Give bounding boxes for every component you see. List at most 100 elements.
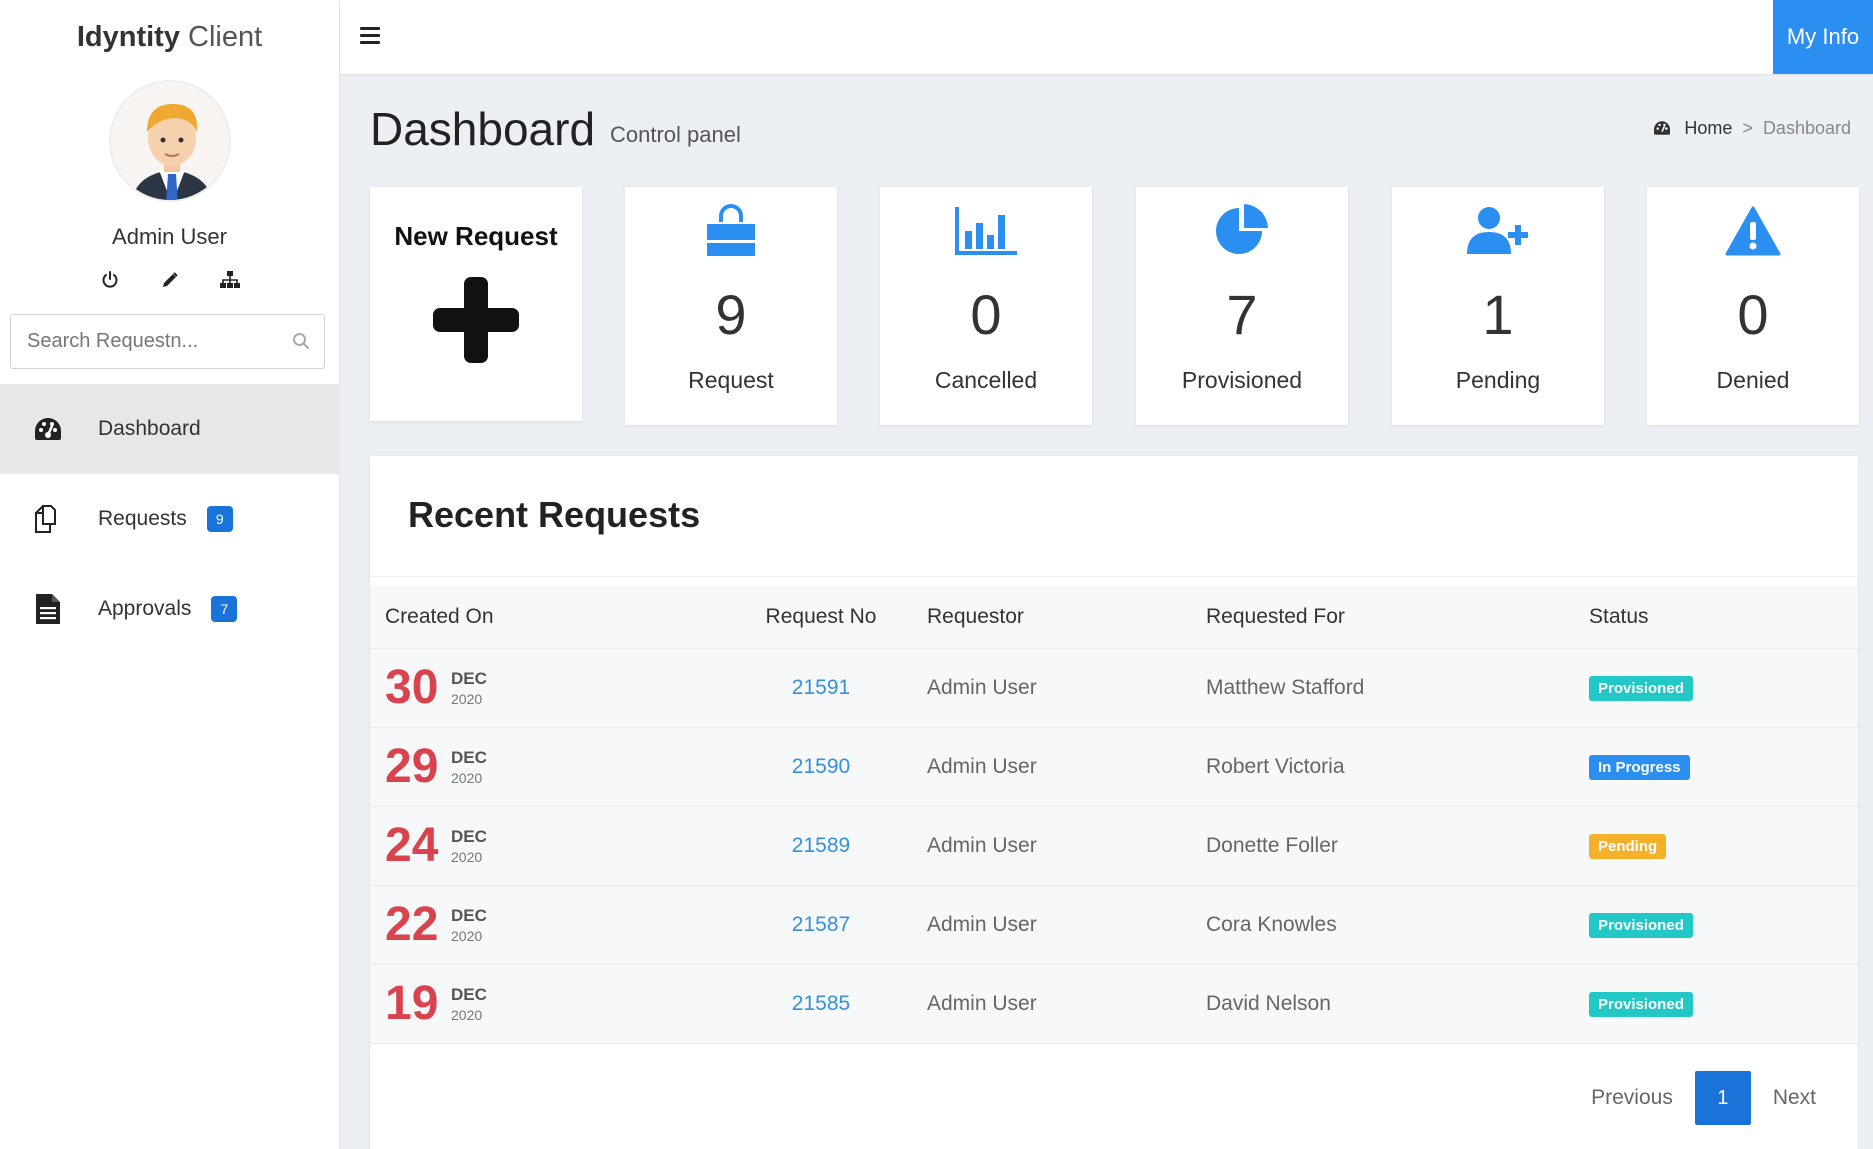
stat-card-denied[interactable]: 0 Denied	[1647, 187, 1859, 425]
pie-chart-icon	[1136, 201, 1348, 261]
plus-icon	[433, 277, 519, 363]
hamburger-menu-icon[interactable]	[360, 27, 380, 45]
search-input[interactable]	[11, 315, 281, 368]
pagination: Previous 1 Next	[1569, 1071, 1838, 1125]
sitemap-icon[interactable]	[219, 270, 240, 290]
requested-for-cell: Matthew Stafford	[1206, 648, 1589, 728]
dashboard-gauge-icon	[1652, 120, 1672, 138]
page-title: Dashboard	[370, 103, 596, 155]
date-month: DEC	[451, 984, 487, 1004]
new-request-card[interactable]: New Request	[370, 187, 582, 421]
created-on-date: 24 DEC 2020	[385, 818, 715, 873]
sidebar-item-label: Dashboard	[98, 417, 201, 440]
stat-value: 7	[1226, 283, 1258, 346]
stat-value: 1	[1482, 283, 1514, 346]
breadcrumb-current: Dashboard	[1762, 118, 1851, 138]
created-on-date: 30 DEC 2020	[385, 660, 715, 715]
request-no-link[interactable]: 21585	[792, 992, 850, 1015]
sidebar-item-approvals[interactable]: Approvals 7	[0, 564, 340, 654]
sidebar-item-dashboard[interactable]: Dashboard	[0, 384, 340, 474]
pencil-icon[interactable]	[160, 270, 180, 290]
stat-label: Cancelled	[934, 367, 1038, 393]
sidebar: Idyntity Client Admin User Search Reques…	[0, 0, 340, 1149]
table-row[interactable]: 24 DEC 2020 21589 Admin User Donette Folle…	[370, 806, 1858, 886]
dashboard-gauge-icon	[32, 413, 64, 445]
document-icon	[32, 593, 64, 625]
date-month: DEC	[451, 747, 487, 767]
table-header-row: Created On Request No Requestor Requeste…	[370, 586, 1858, 649]
requested-for-cell: Cora Knowles	[1206, 885, 1589, 965]
stat-card-pending[interactable]: 1 Pending	[1392, 187, 1604, 425]
topbar: My Info	[340, 0, 1873, 74]
date-day: 30	[385, 661, 439, 714]
table-row[interactable]: 22 DEC 2020 21587 Admin User Cora Knowles …	[370, 885, 1858, 965]
requestor-cell: Admin User	[927, 648, 1206, 728]
status-badge: In Progress	[1589, 754, 1690, 780]
stat-card-cancelled[interactable]: 0 Cancelled	[880, 187, 1092, 425]
status-badge: Pending	[1589, 833, 1667, 859]
copy-icon	[32, 503, 64, 535]
search-box	[10, 314, 325, 369]
shopping-bag-icon	[625, 201, 837, 261]
created-on-date: 29 DEC 2020	[385, 739, 715, 794]
brand-name-light: Client	[188, 21, 263, 53]
breadcrumb-home-link[interactable]: Home	[1684, 118, 1732, 139]
my-info-button[interactable]: My Info	[1773, 0, 1873, 74]
user-name: Admin User	[112, 224, 227, 249]
request-no-link[interactable]: 21590	[792, 755, 850, 778]
recent-requests-title: Recent Requests	[408, 494, 701, 535]
pagination-page-1-button[interactable]: 1	[1694, 1071, 1751, 1125]
column-header-request-no[interactable]: Request No	[715, 586, 927, 649]
user-avatar-icon	[110, 82, 229, 200]
date-day: 19	[385, 977, 439, 1030]
recent-requests-panel: Recent Requests Created On Request No Re…	[370, 456, 1858, 1149]
brand-logo[interactable]: Idyntity Client	[0, 0, 339, 74]
stat-value: 0	[1737, 283, 1769, 346]
approvals-count-badge: 7	[211, 596, 238, 622]
stat-card-provisioned[interactable]: 7 Provisioned	[1136, 187, 1348, 425]
table-row[interactable]: 30 DEC 2020 21591 Admin User Matthew Staff…	[370, 648, 1858, 728]
requested-for-cell: Robert Victoria	[1206, 727, 1589, 807]
date-month: DEC	[451, 668, 487, 688]
column-header-created-on[interactable]: Created On	[370, 586, 715, 649]
pagination-next-button[interactable]: Next	[1751, 1071, 1838, 1125]
warning-icon	[1647, 201, 1859, 261]
stat-value: 9	[715, 283, 747, 346]
date-month: DEC	[451, 905, 487, 925]
requested-for-cell: Donette Foller	[1206, 806, 1589, 886]
sidebar-item-requests[interactable]: Requests 9	[0, 474, 340, 564]
avatar	[108, 80, 231, 202]
page-subtitle: Control panel	[610, 122, 741, 147]
status-badge: Provisioned	[1589, 912, 1693, 938]
table-row[interactable]: 19 DEC 2020 21585 Admin User David Nelson …	[370, 964, 1858, 1044]
stat-value: 0	[970, 283, 1002, 346]
table-row[interactable]: 29 DEC 2020 21590 Admin User Robert Victor…	[370, 727, 1858, 807]
bar-chart-icon	[880, 201, 1092, 261]
column-header-requested-for[interactable]: Requested For	[1206, 586, 1589, 649]
stat-label: Request	[688, 367, 774, 393]
request-no-link[interactable]: 21589	[792, 834, 850, 857]
requestor-cell: Admin User	[927, 806, 1206, 886]
request-no-link[interactable]: 21587	[792, 913, 850, 936]
status-badge: Provisioned	[1589, 675, 1693, 701]
date-year: 2020	[451, 848, 483, 865]
pagination-previous-button[interactable]: Previous	[1569, 1071, 1695, 1125]
column-header-requestor[interactable]: Requestor	[927, 586, 1206, 649]
power-icon[interactable]	[100, 270, 120, 290]
new-request-title: New Request	[394, 221, 558, 251]
stat-label: Pending	[1455, 367, 1541, 393]
date-day: 29	[385, 740, 439, 793]
requested-for-cell: David Nelson	[1206, 964, 1589, 1044]
search-icon[interactable]	[292, 332, 310, 350]
date-day: 22	[385, 898, 439, 951]
column-header-status[interactable]: Status	[1589, 586, 1858, 649]
request-no-link[interactable]: 21591	[792, 676, 850, 699]
requestor-cell: Admin User	[927, 964, 1206, 1044]
created-on-date: 19 DEC 2020	[385, 976, 715, 1031]
date-month: DEC	[451, 826, 487, 846]
user-plus-icon	[1392, 201, 1604, 261]
date-day: 24	[385, 819, 439, 872]
stat-card-request[interactable]: 9 Request	[625, 187, 837, 425]
breadcrumb: Home > Dashboard	[1652, 118, 1851, 139]
date-year: 2020	[451, 927, 483, 944]
